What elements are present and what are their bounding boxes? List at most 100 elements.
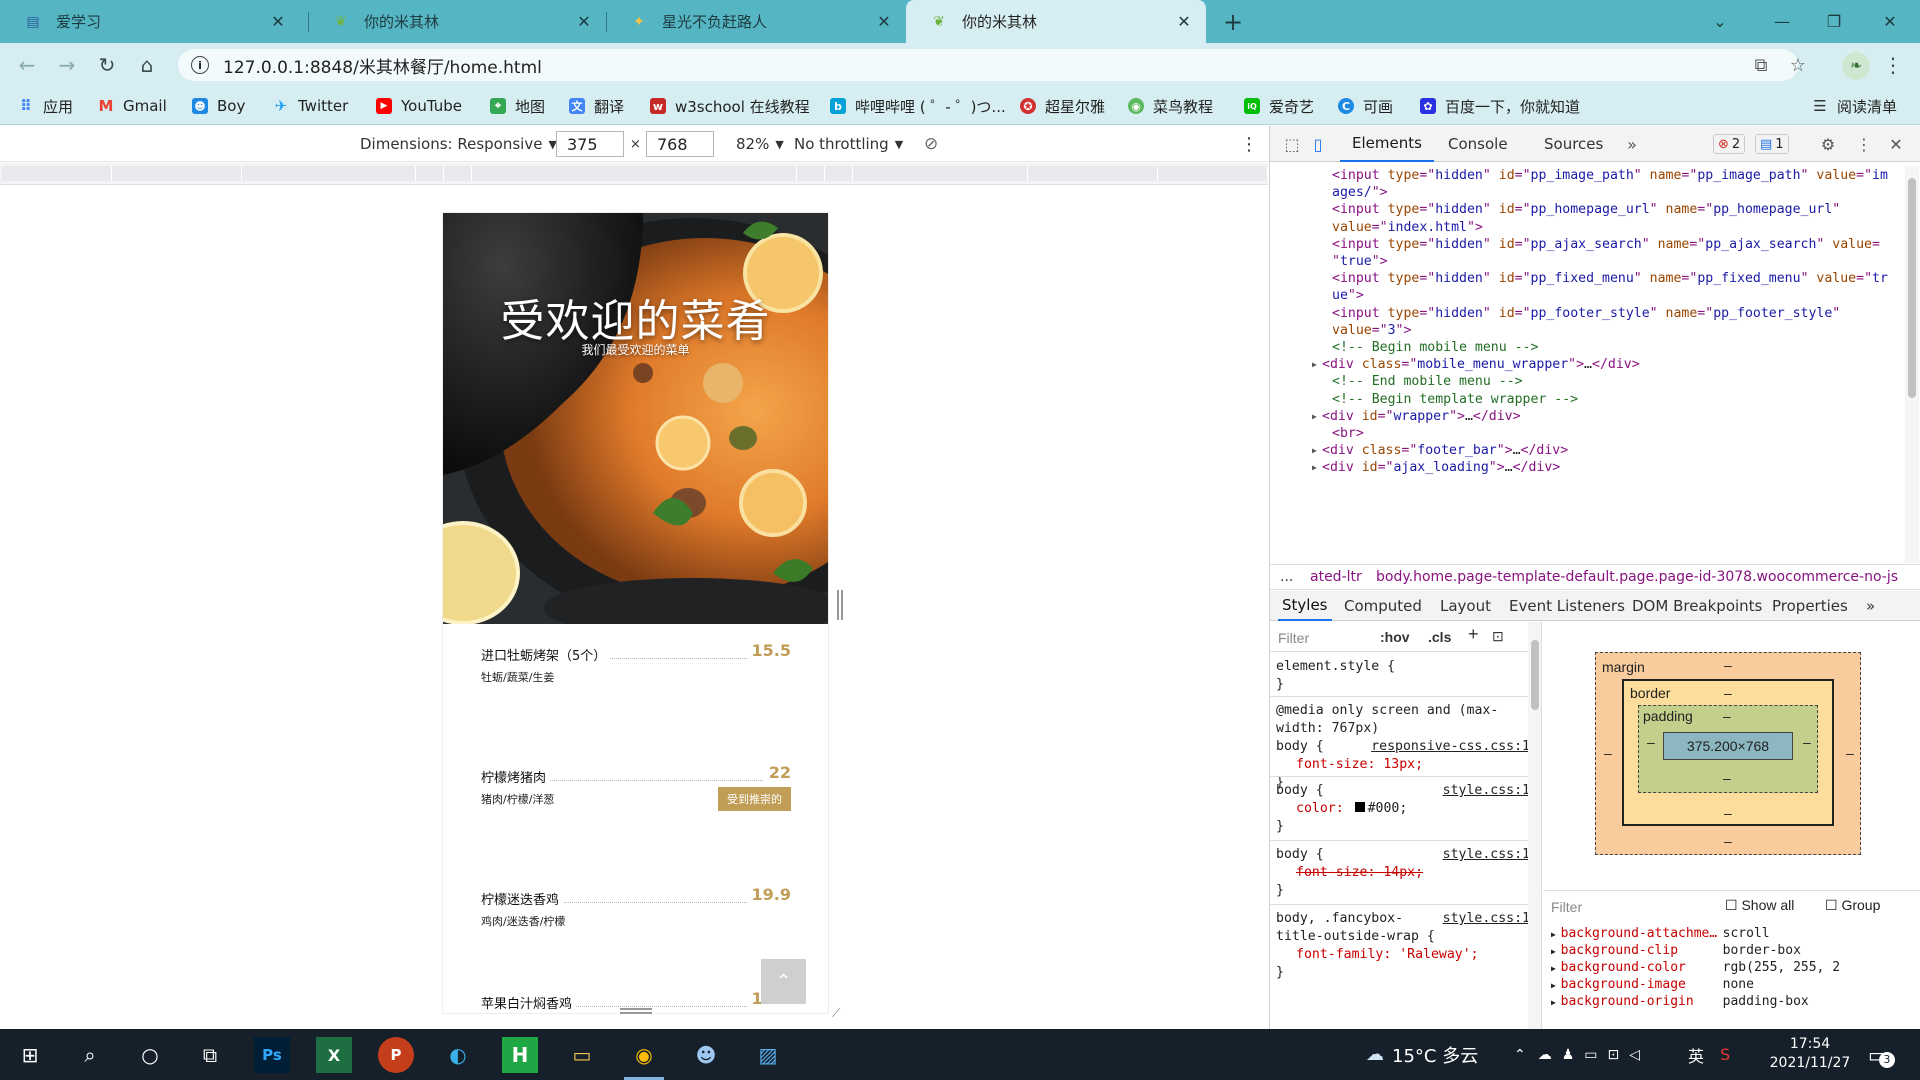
bookmark-item[interactable]: C 可画	[1338, 95, 1393, 117]
media-query-segment[interactable]	[1028, 166, 1158, 181]
expand-arrow-icon[interactable]: ▶	[1312, 354, 1317, 375]
dom-node[interactable]: <input type="hidden" id="pp_ajax_search"…	[1332, 234, 1880, 255]
chrome-icon[interactable]: ◉	[626, 1037, 662, 1073]
breadcrumb-item[interactable]: body.home.page-template-default.page.pag…	[1376, 569, 1898, 585]
expand-arrow-icon[interactable]: ▶	[1551, 947, 1561, 956]
box-model-content[interactable]: 375.200×768	[1663, 732, 1793, 760]
box-model-padding[interactable]: padding – – – – 375.200×768	[1638, 705, 1818, 793]
computed-row[interactable]: ▶ background-color rgb(255, 255, 2	[1551, 960, 1840, 978]
new-tab-button[interactable]: +	[1220, 8, 1246, 36]
expand-arrow-icon[interactable]: ▶	[1312, 457, 1317, 478]
site-info-icon[interactable]: i	[191, 56, 209, 74]
source-link[interactable]: style.css:1	[1443, 846, 1530, 864]
reading-list-button[interactable]: ☰ 阅读清单	[1812, 95, 1897, 117]
height-input[interactable]: 768	[646, 131, 714, 157]
bookmark-item[interactable]: b 哔哩哔哩 ( ゜- ゜)つ...	[830, 95, 1006, 117]
close-devtools-icon[interactable]: ✕	[1886, 134, 1906, 154]
more-tabs-icon[interactable]: »	[1622, 134, 1642, 154]
bookmark-item[interactable]: ⠿ 应用	[18, 95, 73, 117]
box-model-border[interactable]: border – – padding – – – – 375.200×768	[1622, 679, 1834, 826]
file-explorer-icon[interactable]: ▭	[564, 1037, 600, 1073]
style-declaration[interactable]: font-size: 13px;	[1276, 756, 1534, 774]
ime-indicator[interactable]: 英	[1688, 1029, 1704, 1080]
bookmark-item[interactable]: ✈ Twitter	[273, 95, 349, 117]
cortana-icon[interactable]: ○	[132, 1037, 168, 1073]
tab-elements[interactable]: Elements	[1340, 126, 1434, 162]
search-icon[interactable]: ⌕	[72, 1037, 108, 1073]
bookmark-item[interactable]: 文 翻译	[569, 95, 624, 117]
toggle-sidebar-icon[interactable]: ⊡	[1492, 627, 1504, 645]
expand-arrow-icon[interactable]: ▶	[1551, 964, 1561, 973]
more-options-icon[interactable]: ⋮	[1240, 126, 1258, 162]
chrome-menu-icon[interactable]: ⋮	[1883, 52, 1903, 78]
source-link[interactable]: responsive-css.css:1	[1371, 738, 1530, 756]
style-rule[interactable]: body { style.css:1 color: #000; }	[1276, 782, 1534, 836]
show-all-checkbox[interactable]: ☐ Show all	[1725, 897, 1794, 914]
rotate-icon[interactable]: ⊘	[924, 126, 938, 162]
clock[interactable]: 17:54 2021/11/27	[1760, 1035, 1860, 1073]
photoshop-icon[interactable]: Ps	[254, 1037, 290, 1073]
more-tabs-icon[interactable]: »	[1866, 591, 1875, 621]
game-app-icon[interactable]: ☻	[688, 1037, 724, 1073]
translate-icon[interactable]: ⧉	[1750, 54, 1772, 76]
back-to-top-button[interactable]: ⌃	[761, 959, 806, 1004]
bookmark-item[interactable]: ☻ Boy	[192, 95, 245, 117]
computed-row[interactable]: ▶ background-attachme… scroll	[1551, 926, 1770, 944]
hover-state-toggle[interactable]: :hov	[1380, 628, 1410, 646]
dimensions-dropdown[interactable]: Dimensions: Responsive ▼	[360, 126, 557, 162]
bookmark-item[interactable]: w w3school 在线教程	[650, 95, 810, 117]
scrollbar-thumb[interactable]	[1531, 640, 1539, 710]
menu-item[interactable]: 柠檬迷迭香鸡 19.9 鸡肉/迷迭香/柠檬	[481, 885, 791, 959]
tab-search-icon[interactable]: ⌄	[1692, 0, 1748, 43]
computed-row[interactable]: ▶ background-origin padding-box	[1551, 994, 1809, 1012]
sogou-icon[interactable]: S	[1720, 1029, 1730, 1080]
bookmark-item[interactable]: ▶ YouTube	[376, 95, 462, 117]
home-icon[interactable]: ⌂	[132, 50, 162, 80]
style-declaration[interactable]: font-size: 14px;	[1276, 864, 1534, 882]
bookmark-item[interactable]: ✿ 百度一下，你就知道	[1420, 95, 1580, 117]
media-query-segment[interactable]	[416, 166, 444, 181]
tab-sources[interactable]: Sources	[1544, 126, 1603, 162]
resize-handle-bottom[interactable]	[620, 1008, 652, 1014]
media-query-segment[interactable]	[853, 166, 1028, 181]
task-view-icon[interactable]: ⧉	[192, 1037, 228, 1073]
weather-widget[interactable]: ☁ 15°C 多云	[1366, 1029, 1478, 1080]
source-link[interactable]: style.css:1	[1443, 782, 1530, 800]
close-window-icon[interactable]: ✕	[1862, 0, 1918, 43]
tab-event-listeners[interactable]: Event Listeners	[1509, 591, 1625, 621]
styles-scrollbar[interactable]	[1528, 622, 1541, 1029]
style-declaration[interactable]: color: #000;	[1276, 800, 1534, 818]
browser-tab[interactable]: ❦ 你的米其林 ✕	[308, 0, 606, 43]
style-rule[interactable]: body { style.css:1 font-size: 14px; }	[1276, 846, 1534, 900]
close-icon[interactable]: ✕	[874, 12, 894, 32]
close-icon[interactable]: ✕	[574, 12, 594, 32]
profile-avatar[interactable]: ❧	[1842, 52, 1870, 80]
close-icon[interactable]: ✕	[268, 12, 288, 32]
reload-icon[interactable]: ↻	[92, 50, 122, 80]
style-rule[interactable]: element.style { }	[1276, 658, 1534, 694]
resize-handle-corner[interactable]: ⟋	[832, 1006, 846, 1020]
tab-properties[interactable]: Properties	[1772, 591, 1848, 621]
inspect-element-icon[interactable]: ⬚	[1282, 134, 1302, 154]
dom-tree[interactable]: <input type="hidden" id="pp_image_path" …	[1270, 163, 1910, 563]
media-query-segment[interactable]	[112, 166, 242, 181]
computed-row[interactable]: ▶ background-image none	[1551, 977, 1754, 995]
menu-item[interactable]: 进口牡蛎烤架（5个） 15.5 牡蛎/蔬菜/生姜	[481, 641, 791, 715]
windows-start-icon[interactable]: ⊞	[12, 1037, 48, 1073]
color-swatch[interactable]	[1354, 802, 1365, 812]
expand-arrow-icon[interactable]: ▶	[1551, 998, 1561, 1007]
add-rule-icon[interactable]: +	[1468, 625, 1479, 643]
style-rule[interactable]: body, .fancybox- style.css:1 title-outsi…	[1276, 910, 1534, 982]
dom-node[interactable]: ▶ <div id="ajax_loading">…</div>	[1312, 457, 1560, 478]
media-query-segment[interactable]	[797, 166, 825, 181]
forward-arrow-icon[interactable]: →	[52, 50, 82, 80]
media-query-segment[interactable]	[2, 166, 112, 181]
tab-dom-breakpoints[interactable]: DOM Breakpoints	[1632, 591, 1762, 621]
bookmark-item[interactable]: M Gmail	[98, 95, 167, 117]
browser-tab[interactable]: ✦ 星光不负赶路人 ✕	[606, 0, 906, 43]
tab-computed[interactable]: Computed	[1344, 591, 1422, 621]
media-query-segment[interactable]	[1158, 166, 1268, 181]
hbuilder-icon[interactable]: H	[502, 1037, 538, 1073]
tray-icons[interactable]: ⌃ ☁ ♟ ▭ ⊡ ◁	[1514, 1029, 1650, 1080]
media-query-segment[interactable]	[825, 166, 853, 181]
